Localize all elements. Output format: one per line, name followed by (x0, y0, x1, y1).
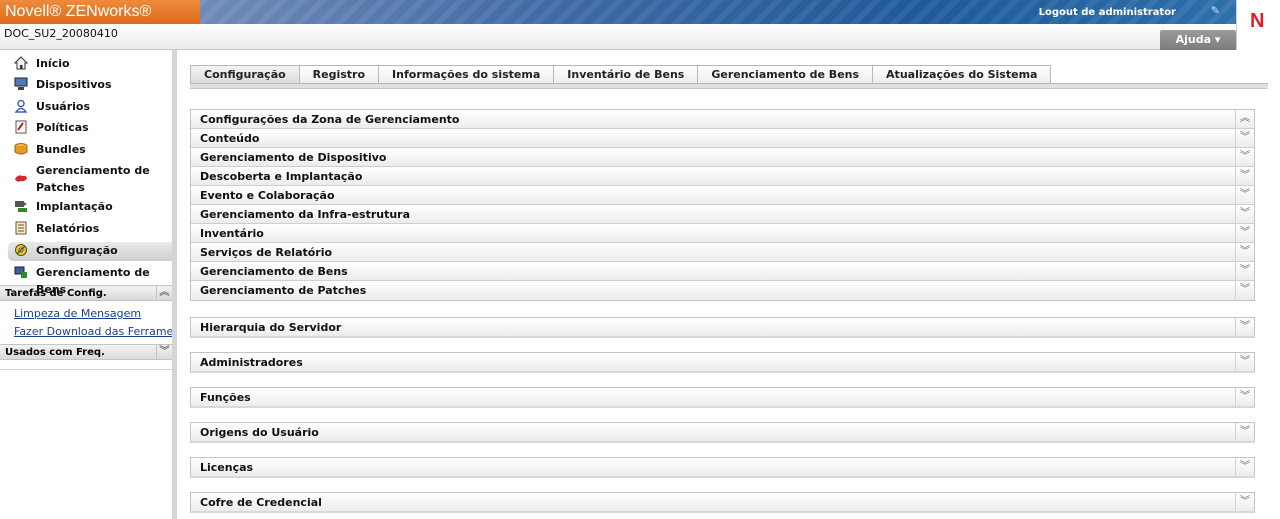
sidebar-divider (172, 50, 177, 519)
zone-settings-item[interactable]: Gerenciamento da Infra-estrutura ︾ (191, 205, 1254, 224)
novell-zenworks-logo: Novell® ZENworks® (0, 0, 200, 24)
tab-bar: Configuração Registro Informações do sis… (190, 65, 1268, 84)
asset-management-icon (14, 266, 27, 278)
devices-icon (14, 77, 28, 90)
expand-icon[interactable]: ︾ (1235, 205, 1254, 223)
nav-item-policies[interactable]: Políticas (0, 119, 172, 141)
expand-icon[interactable]: ︾ (1235, 167, 1254, 185)
logout-link[interactable]: Logout de administrator (1039, 7, 1176, 18)
tab-system-information[interactable]: Informações do sistema (379, 65, 555, 84)
reports-icon (15, 221, 27, 235)
expand-icon[interactable]: ︾ (1235, 186, 1254, 204)
expand-icon[interactable]: ︾ (1235, 129, 1254, 147)
credential-vault-panel[interactable]: Cofre de Credencial ︾ (190, 492, 1255, 513)
server-hierarchy-panel[interactable]: Hierarquia do Servidor ︾ (190, 317, 1255, 338)
deployment-icon (15, 201, 27, 212)
nav-item-home[interactable]: Início (0, 55, 172, 76)
nav-item-asset-management[interactable]: Gerenciamento de Bens (0, 261, 172, 296)
tab-asset-management[interactable]: Gerenciamento de Bens (698, 65, 874, 84)
task-link-message-cleanup[interactable]: Limpeza de Mensagem (0, 305, 172, 323)
tab-system-updates[interactable]: Atualizações do Sistema (873, 65, 1052, 84)
patches-icon (15, 175, 27, 182)
zone-settings-item[interactable]: Conteúdo ︾ (191, 129, 1254, 148)
expand-icon[interactable]: ︾ (1235, 458, 1254, 476)
zone-settings-item[interactable]: Descoberta e Implantação ︾ (191, 167, 1254, 186)
zone-settings-header[interactable]: Configurações da Zona de Gerenciamento ︽ (191, 110, 1254, 129)
app-header: Novell® ZENworks® Logout de administrato… (0, 0, 1280, 50)
task-link-download-tools[interactable]: Fazer Download das Ferramentas (0, 323, 172, 341)
nav-item-users[interactable]: Usuários (0, 98, 172, 119)
header-banner: Logout de administrator ✎ (200, 0, 1236, 24)
expand-icon[interactable]: ︾ (156, 345, 172, 359)
tab-configuration[interactable]: Configuração (190, 65, 300, 84)
zone-settings-item[interactable]: Gerenciamento de Bens ︾ (191, 262, 1254, 281)
configuration-icon (15, 244, 27, 256)
expand-icon[interactable]: ︾ (1235, 224, 1254, 242)
expand-icon[interactable]: ︾ (1235, 243, 1254, 261)
policies-icon (15, 120, 27, 134)
main-content: Configuração Registro Informações do sis… (190, 65, 1268, 513)
expand-icon[interactable]: ︾ (1235, 493, 1254, 511)
nav-item-configuration[interactable]: Configuração (8, 242, 172, 261)
zone-settings-item[interactable]: Gerenciamento de Dispositivo ︾ (191, 148, 1254, 167)
collapse-icon[interactable]: ︽ (1235, 110, 1254, 128)
tab-underline (190, 84, 1268, 89)
home-icon (14, 56, 28, 70)
expand-icon[interactable]: ︾ (1235, 388, 1254, 406)
zone-bar: DOC_SU2_20080410 Ajuda ▾ (0, 24, 1236, 50)
expand-icon[interactable]: ︾ (1235, 423, 1254, 441)
left-navigation: Início Dispositivos Usuários Políticas B… (0, 50, 172, 519)
expand-icon[interactable]: ︾ (1235, 281, 1254, 299)
management-zone-name: DOC_SU2_20080410 (4, 27, 118, 40)
user-sources-panel[interactable]: Origens do Usuário ︾ (190, 422, 1255, 443)
wrench-icon[interactable]: ✎ (1211, 4, 1220, 17)
zone-settings-item[interactable]: Inventário ︾ (191, 224, 1254, 243)
expand-icon[interactable]: ︾ (1235, 318, 1254, 336)
zone-settings-item[interactable]: Serviços de Relatório ︾ (191, 243, 1254, 262)
expand-icon[interactable]: ︾ (1235, 262, 1254, 280)
expand-icon[interactable]: ︾ (1235, 353, 1254, 371)
help-button[interactable]: Ajuda ▾ (1160, 30, 1236, 50)
nav-item-deployment[interactable]: Implantação (0, 198, 172, 220)
administrators-panel[interactable]: Administradores ︾ (190, 352, 1255, 373)
nav-item-devices[interactable]: Dispositivos (0, 76, 172, 98)
zone-settings-item[interactable]: Gerenciamento de Patches ︾ (191, 281, 1254, 300)
frequently-used-header[interactable]: Usados com Freq. ︾ (0, 344, 172, 360)
roles-panel[interactable]: Funções ︾ (190, 387, 1255, 408)
expand-icon[interactable]: ︾ (1235, 148, 1254, 166)
users-icon (14, 99, 28, 113)
novell-n-logo: N (1236, 0, 1280, 50)
bundles-icon (14, 143, 28, 155)
licenses-panel[interactable]: Licenças ︾ (190, 457, 1255, 478)
zone-settings-panel: Configurações da Zona de Gerenciamento ︽… (190, 109, 1255, 301)
zone-settings-item[interactable]: Evento e Colaboração ︾ (191, 186, 1254, 205)
nav-item-reports[interactable]: Relatórios (0, 220, 172, 242)
tab-asset-inventory[interactable]: Inventário de Bens (554, 65, 699, 84)
nav-item-patches[interactable]: Gerenciamento de Patches (0, 162, 172, 198)
nav-item-bundles[interactable]: Bundles (0, 141, 172, 162)
tab-registry[interactable]: Registro (299, 65, 380, 84)
